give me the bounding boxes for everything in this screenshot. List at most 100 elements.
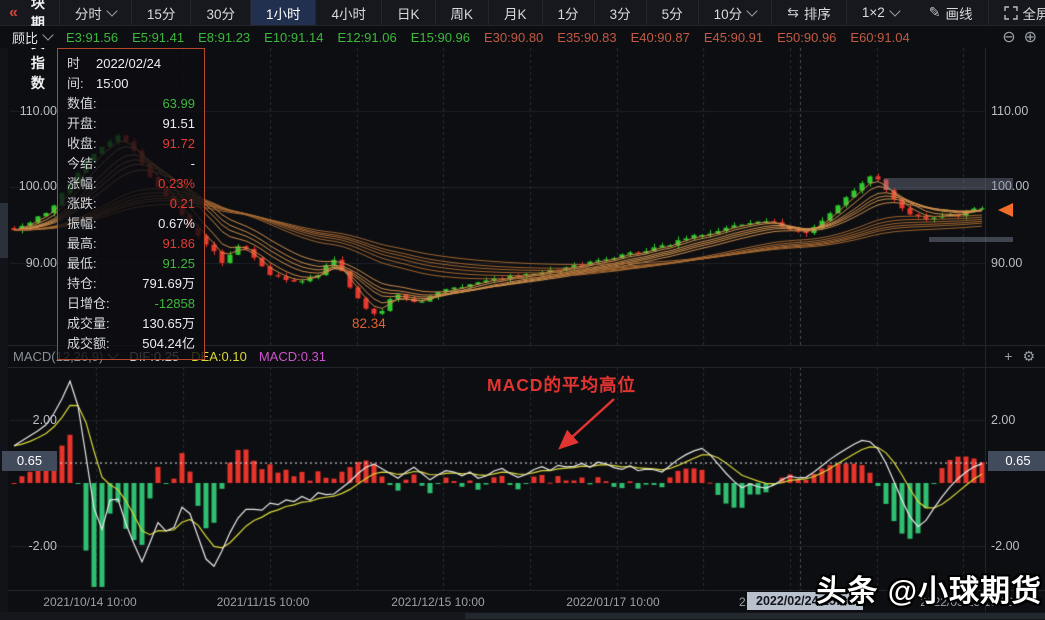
ema-value: E40:90.87	[631, 30, 690, 45]
sort-button[interactable]: ⇆ 排序	[771, 0, 846, 25]
tooltip-label: 涨跌:	[67, 194, 97, 214]
chevron-down-icon	[889, 5, 900, 16]
tooltip-value: 791.69万	[142, 274, 195, 294]
tooltip-row: 成交量: 130.65万	[67, 314, 195, 334]
price-tick-right: 90.00	[991, 256, 1045, 270]
left-scroll-thumb[interactable]	[0, 203, 8, 258]
price-axis-border	[985, 48, 986, 612]
zoom-controls: ⊖ ⊕	[1002, 27, 1037, 47]
timeframe-5min[interactable]: 5分	[646, 0, 698, 25]
ema-value: E50:90.96	[777, 30, 836, 45]
ema-value: E10:91.14	[264, 30, 323, 45]
price-tick-right: 110.00	[991, 104, 1045, 118]
guppy-ema-row: 顾比 E3:91.56 E5:91.41 E8:91.23 E10:91.14 …	[0, 26, 1045, 48]
timeframe-label: 分时	[75, 3, 102, 23]
timeframe-10min-dropdown[interactable]: 10分	[698, 0, 772, 25]
macd-value: MACD:0.31	[259, 349, 326, 364]
back-chevrons-icon[interactable]: «	[0, 0, 27, 25]
timeframe-minute-dropdown[interactable]: 分时	[59, 0, 131, 25]
tooltip-label: 成交额:	[67, 334, 110, 354]
tooltip-label: 日增仓:	[67, 294, 110, 314]
indicator-name: 顾比	[12, 28, 38, 47]
tooltip-row: 涨幅:0.23%	[67, 174, 195, 194]
tooltip-row: 时间:2022/02/24 15:00	[67, 54, 195, 94]
timeframe-label: 4小时	[331, 3, 366, 23]
trading-app-window: « 化工板块期货指数 分时 15分 30分 1小时 4小时 日K 周K 月K 1…	[0, 0, 1045, 620]
ema-value: E5:91.41	[132, 30, 184, 45]
ema-value: E3:91.56	[66, 30, 118, 45]
panel-divider	[0, 367, 1045, 368]
draw-label: 画线	[946, 3, 973, 23]
timeframe-daily[interactable]: 日K	[381, 0, 435, 25]
timeframe-weekly[interactable]: 周K	[435, 0, 489, 25]
ema-value: E30:90.80	[484, 30, 543, 45]
price-tick-left: 100.00	[10, 179, 57, 193]
ema-value: E60:91.04	[850, 30, 909, 45]
timeframe-label: 月K	[504, 3, 527, 23]
timeframe-15min[interactable]: 15分	[131, 0, 191, 25]
tooltip-row: 涨跌: 0.21	[67, 194, 195, 214]
tooltip-value: 0.23%	[158, 174, 195, 194]
tooltip-label: 成交量:	[67, 314, 110, 334]
timeframe-label: 30分	[206, 3, 235, 23]
timeframe-label: 1小时	[266, 3, 301, 23]
timeframe-label: 1分	[558, 3, 579, 23]
fullscreen-button[interactable]: 全屏	[988, 0, 1045, 25]
toolbar-right-group: ✎画线 全屏 « 展	[914, 0, 1045, 25]
x-axis-label: 2021/11/15 10:00	[217, 595, 310, 609]
macd-tick-right: -2.00	[991, 539, 1045, 553]
tooltip-label: 振幅:	[67, 214, 97, 234]
macd-tick-left: 2.00	[10, 413, 57, 427]
tooltip-value: 91.25	[162, 254, 195, 274]
layout-label: 1×2	[862, 5, 885, 20]
x-axis-label: 2022/01/17 10:00	[566, 595, 659, 609]
fullscreen-icon	[1004, 6, 1018, 20]
timeframe-4hour[interactable]: 4小时	[315, 0, 381, 25]
chevron-down-icon	[42, 29, 53, 40]
add-indicator-icon[interactable]: +	[1004, 348, 1012, 365]
draw-line-button[interactable]: ✎画线	[914, 0, 988, 25]
timeframe-label: 10分	[714, 3, 743, 23]
x-axis-label-partial: 2	[739, 595, 746, 609]
bottom-scroll-thumb[interactable]	[465, 613, 1045, 619]
tooltip-row: 数值: 63.99	[67, 94, 195, 114]
tooltip-row: 今结: -	[67, 154, 195, 174]
tooltip-label: 今结:	[67, 154, 97, 174]
tooltip-value: 91.86	[162, 234, 195, 254]
tooltip-value: 130.65万	[142, 314, 195, 334]
timeframe-30min[interactable]: 30分	[190, 0, 250, 25]
ema-value: E15:90.96	[411, 30, 470, 45]
tooltip-value: 91.51	[162, 114, 195, 134]
tooltip-row: 成交额:504.24亿	[67, 334, 195, 354]
tooltip-value: 0.21	[170, 194, 195, 214]
zoom-in-icon[interactable]: ⊕	[1024, 27, 1037, 47]
timeframe-label: 15分	[147, 3, 176, 23]
gear-icon[interactable]: ⚙	[1022, 348, 1035, 365]
swing-low-price-label: 82.34	[352, 316, 386, 331]
tooltip-value: 0.67%	[158, 214, 195, 234]
timeframe-monthly[interactable]: 月K	[488, 0, 542, 25]
macd-chart-canvas[interactable]	[0, 367, 1045, 590]
chevron-down-icon	[746, 5, 757, 16]
layout-1x2-dropdown[interactable]: 1×2	[846, 0, 914, 25]
zoom-out-icon[interactable]: ⊖	[1002, 27, 1015, 47]
timeframe-label: 日K	[397, 3, 420, 23]
tooltip-value: 63.99	[162, 94, 195, 114]
macd-crosshair-badge-right: 0.65	[988, 451, 1045, 471]
top-toolbar: « 化工板块期货指数 分时 15分 30分 1小时 4小时 日K 周K 月K 1…	[0, 0, 1045, 26]
tooltip-row: 最低: 91.25	[67, 254, 195, 274]
fullscreen-label: 全屏	[1023, 3, 1045, 23]
timeframe-1hour-selected[interactable]: 1小时	[250, 0, 316, 25]
tooltip-label: 数值:	[67, 94, 97, 114]
tooltip-row: 日增仓:-12858	[67, 294, 195, 314]
timeframe-1min[interactable]: 1分	[542, 0, 594, 25]
macd-tick-right: 2.00	[991, 413, 1045, 427]
indicator-selector[interactable]: 顾比	[12, 28, 52, 47]
macd-panel-controls: + ⚙	[1004, 348, 1035, 365]
tooltip-value: -	[191, 154, 195, 174]
timeframe-3min[interactable]: 3分	[594, 0, 646, 25]
sort-arrows-icon: ⇆	[787, 4, 799, 21]
tooltip-label: 最低:	[67, 254, 97, 274]
price-tick-left: 110.00	[10, 104, 57, 118]
sort-label: 排序	[804, 3, 831, 23]
